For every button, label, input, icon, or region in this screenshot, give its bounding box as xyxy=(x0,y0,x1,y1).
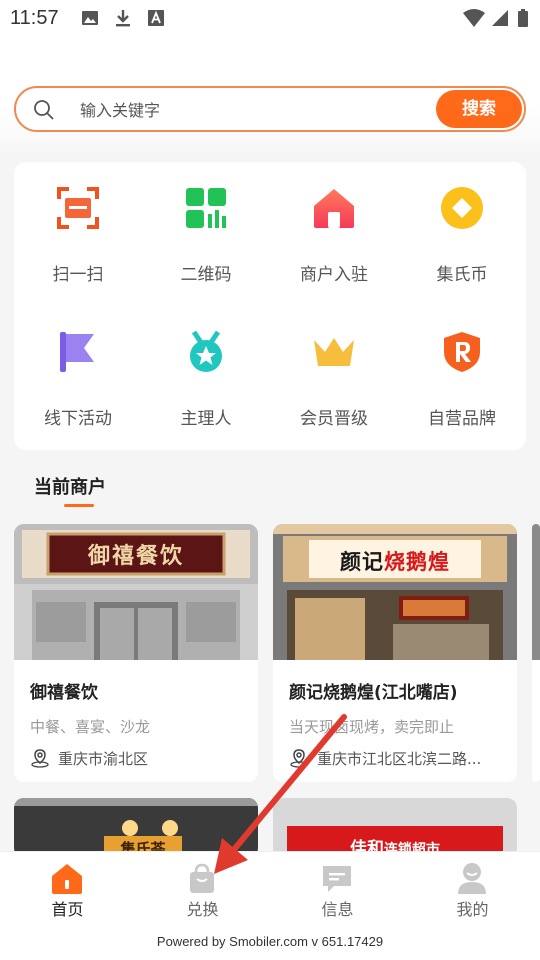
flag-icon xyxy=(60,332,94,372)
search-bar: 搜索 xyxy=(14,86,526,132)
home-icon xyxy=(52,864,82,894)
shop-card-peek[interactable] xyxy=(532,524,540,782)
search-button[interactable]: 搜索 xyxy=(436,90,522,128)
header: 搜索 xyxy=(0,36,540,152)
medal-icon xyxy=(190,330,222,372)
shop-image: 颜记烧鹅煌 xyxy=(273,524,517,660)
download-notification-icon xyxy=(116,10,130,27)
status-bar: 11:57 xyxy=(0,0,540,36)
image-notification-icon xyxy=(82,11,98,25)
shop-card-jishi[interactable]: 集氏荟 xyxy=(14,798,258,858)
signal-icon xyxy=(492,10,508,26)
location-icon xyxy=(31,749,49,768)
grid-item-member-upgrade[interactable]: 会员晋级 xyxy=(270,306,398,436)
scan-icon xyxy=(57,187,99,229)
search-icon xyxy=(34,100,54,120)
wifi-icon xyxy=(463,9,485,27)
shop-sign: 御禧餐饮 xyxy=(87,544,184,569)
brand-icon xyxy=(444,332,480,372)
grid-item-coin[interactable]: 集氏币 xyxy=(398,162,526,292)
crown-icon xyxy=(314,338,354,366)
store-icon xyxy=(314,189,354,228)
user-icon xyxy=(458,863,486,894)
text-notification-icon xyxy=(148,10,164,26)
powered-by-footer: Powered by Smobiler.com v 651.17429 xyxy=(0,924,540,960)
shop-sign: 颜记烧鹅煌 xyxy=(340,550,450,574)
grid-item-host[interactable]: 主理人 xyxy=(142,306,270,436)
grid-item-scan[interactable]: 扫一扫 xyxy=(14,162,142,292)
section-title: 当前商户 xyxy=(34,477,106,498)
search-input[interactable] xyxy=(80,98,420,122)
shop-address: 重庆市江北区北滨二路... xyxy=(317,750,482,768)
coin-icon xyxy=(441,187,483,229)
tab-home[interactable]: 首页 xyxy=(0,852,135,925)
shop-address: 重庆市渝北区 xyxy=(58,750,149,768)
shop-name: 颜记烧鹅煌(江北嘴店) xyxy=(289,683,458,703)
shop-card-yuxi[interactable]: 御禧餐饮 御禧餐饮 中餐、喜宴、沙龙 重庆市渝北区 xyxy=(14,524,258,782)
grid-item-merchant-join[interactable]: 商户入驻 xyxy=(270,162,398,292)
battery-icon xyxy=(518,9,528,27)
tab-messages[interactable]: 信息 xyxy=(270,852,405,925)
grid-item-qrcode[interactable]: 二维码 xyxy=(142,162,270,292)
grid-item-own-brand[interactable]: 自营品牌 xyxy=(398,306,526,436)
shop-card-jiahe[interactable]: 佳和连锁超市 xyxy=(273,798,517,858)
qrcode-icon xyxy=(186,188,226,228)
feature-grid: 扫一扫 二维码 商户入驻 集氏币 线下活动 主理人 会员晋级 自营品牌 xyxy=(14,162,526,450)
location-icon xyxy=(290,749,308,768)
shop-name: 御禧餐饮 xyxy=(30,683,98,703)
message-icon xyxy=(323,866,351,892)
shop-image: 集氏荟 xyxy=(14,798,258,858)
shop-card-yanji[interactable]: 颜记烧鹅煌 颜记烧鹅煌(江北嘴店) 当天现卤现烤，卖完即止 重庆市江北区北滨二路… xyxy=(273,524,517,782)
grid-item-offline-event[interactable]: 线下活动 xyxy=(14,306,142,436)
shop-image: 佳和连锁超市 xyxy=(273,798,517,858)
status-time: 11:57 xyxy=(10,7,59,29)
section-underline xyxy=(64,504,94,507)
shop-tags: 中餐、喜宴、沙龙 xyxy=(30,718,151,736)
tab-exchange[interactable]: 兑换 xyxy=(135,852,270,925)
bottom-tab-bar: 首页 兑换 信息 我的 xyxy=(0,851,540,924)
shop-tags: 当天现卤现烤，卖完即止 xyxy=(289,718,455,736)
shop-image: 御禧餐饮 xyxy=(14,524,258,660)
bag-icon xyxy=(190,863,214,893)
tab-profile[interactable]: 我的 xyxy=(405,852,540,925)
